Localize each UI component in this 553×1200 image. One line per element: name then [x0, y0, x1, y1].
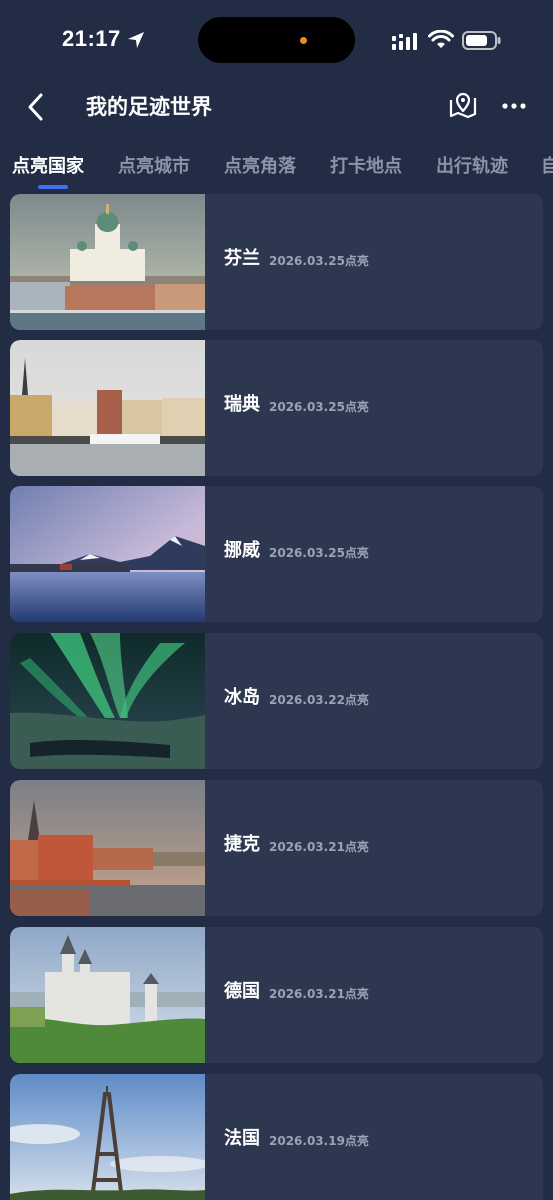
country-name: 法国	[224, 1128, 260, 1149]
norway-fjord-photo	[10, 486, 205, 622]
wifi-icon	[428, 30, 454, 48]
list-item[interactable]: 冰岛 2026.03.22点亮	[10, 633, 543, 769]
map-pin-icon[interactable]	[448, 90, 478, 120]
lit-date: 2026.03.22点亮	[269, 693, 369, 707]
lit-date: 2026.03.25点亮	[269, 254, 369, 268]
list-item[interactable]: 德国 2026.03.21点亮	[10, 927, 543, 1063]
status-bar: 21:17	[0, 0, 553, 80]
cellular-signal-icon	[392, 33, 417, 50]
back-arrow-icon[interactable]	[24, 92, 48, 122]
location-arrow-icon	[128, 32, 144, 48]
battery-icon	[462, 31, 501, 50]
tab-lit-corners[interactable]: 点亮角落	[224, 154, 296, 180]
more-options-icon[interactable]	[500, 94, 528, 118]
country-name: 德国	[224, 981, 260, 1002]
country-name: 瑞典	[224, 394, 260, 415]
helsinki-cathedral-photo	[10, 194, 205, 330]
country-name: 芬兰	[224, 248, 260, 269]
prague-riverside-photo	[10, 780, 205, 916]
status-time: 21:17	[62, 26, 121, 51]
neuschwanstein-castle-photo	[10, 927, 205, 1063]
list-item[interactable]: 瑞典 2026.03.25点亮	[10, 340, 543, 476]
lit-date: 2026.03.21点亮	[269, 840, 369, 854]
stockholm-waterfront-photo	[10, 340, 205, 476]
country-name: 挪威	[224, 540, 260, 561]
eiffel-tower-photo	[10, 1074, 205, 1200]
category-tabs: 点亮国家 点亮城市 点亮角落 打卡地点 出行轨迹 自	[0, 148, 553, 192]
nav-bar: 我的足迹世界	[0, 80, 553, 136]
page-title: 我的足迹世界	[86, 95, 212, 119]
tab-travel-tracks[interactable]: 出行轨迹	[436, 154, 508, 180]
country-name: 捷克	[224, 834, 260, 855]
dynamic-island	[198, 17, 355, 63]
lit-date: 2026.03.19点亮	[269, 1134, 369, 1148]
tab-lit-cities[interactable]: 点亮城市	[118, 154, 190, 180]
country-name: 冰岛	[224, 687, 260, 708]
lit-date: 2026.03.25点亮	[269, 546, 369, 560]
list-item[interactable]: 法国 2026.03.19点亮	[10, 1074, 543, 1200]
lit-date: 2026.03.25点亮	[269, 400, 369, 414]
privacy-indicator-dot	[300, 37, 307, 44]
list-item[interactable]: 芬兰 2026.03.25点亮	[10, 194, 543, 330]
tab-truncated[interactable]: 自	[541, 154, 553, 180]
list-item[interactable]: 挪威 2026.03.25点亮	[10, 486, 543, 622]
lit-date: 2026.03.21点亮	[269, 987, 369, 1001]
list-item[interactable]: 捷克 2026.03.21点亮	[10, 780, 543, 916]
iceland-aurora-photo	[10, 633, 205, 769]
active-tab-indicator	[38, 185, 68, 189]
tab-check-in-places[interactable]: 打卡地点	[330, 154, 402, 180]
tab-lit-countries[interactable]: 点亮国家	[12, 154, 84, 180]
